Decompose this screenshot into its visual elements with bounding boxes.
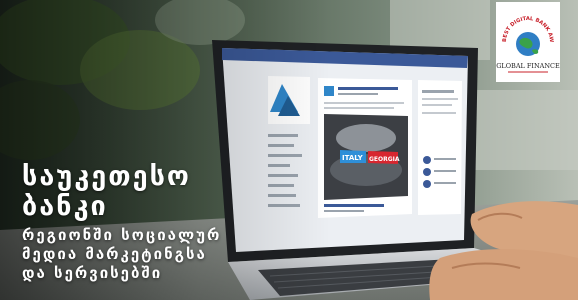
best-digital-bank-award-badge: BEST DIGITAL BANK AWARD 2018 GLOBAL FINA… (494, 0, 560, 82)
award-brand-text: GLOBAL FINANCE (496, 62, 560, 70)
headline-line-3: რეგიონში სოციალურ (22, 226, 222, 244)
headline-line-1: საუკეთესო (22, 161, 191, 192)
headline-line-2: ბანკი (22, 191, 108, 222)
headline: საუკეთესო ბანკი რეგიონში სოციალურ მედია … (22, 162, 322, 283)
headline-line-5: და სერვისებში (22, 264, 163, 282)
italy-tag-text: ITALY (342, 154, 364, 162)
georgia-tag-text: GEORGIA (369, 156, 400, 163)
banner: ITALY GEORGIA საუკეთესო ბანკი რეგიონში ს… (0, 0, 578, 300)
headline-line-4: მედია მარკეტინგსა (22, 245, 207, 263)
award-emblem: BEST DIGITAL BANK AWARD 2018 GLOBAL FINA… (494, 0, 560, 73)
